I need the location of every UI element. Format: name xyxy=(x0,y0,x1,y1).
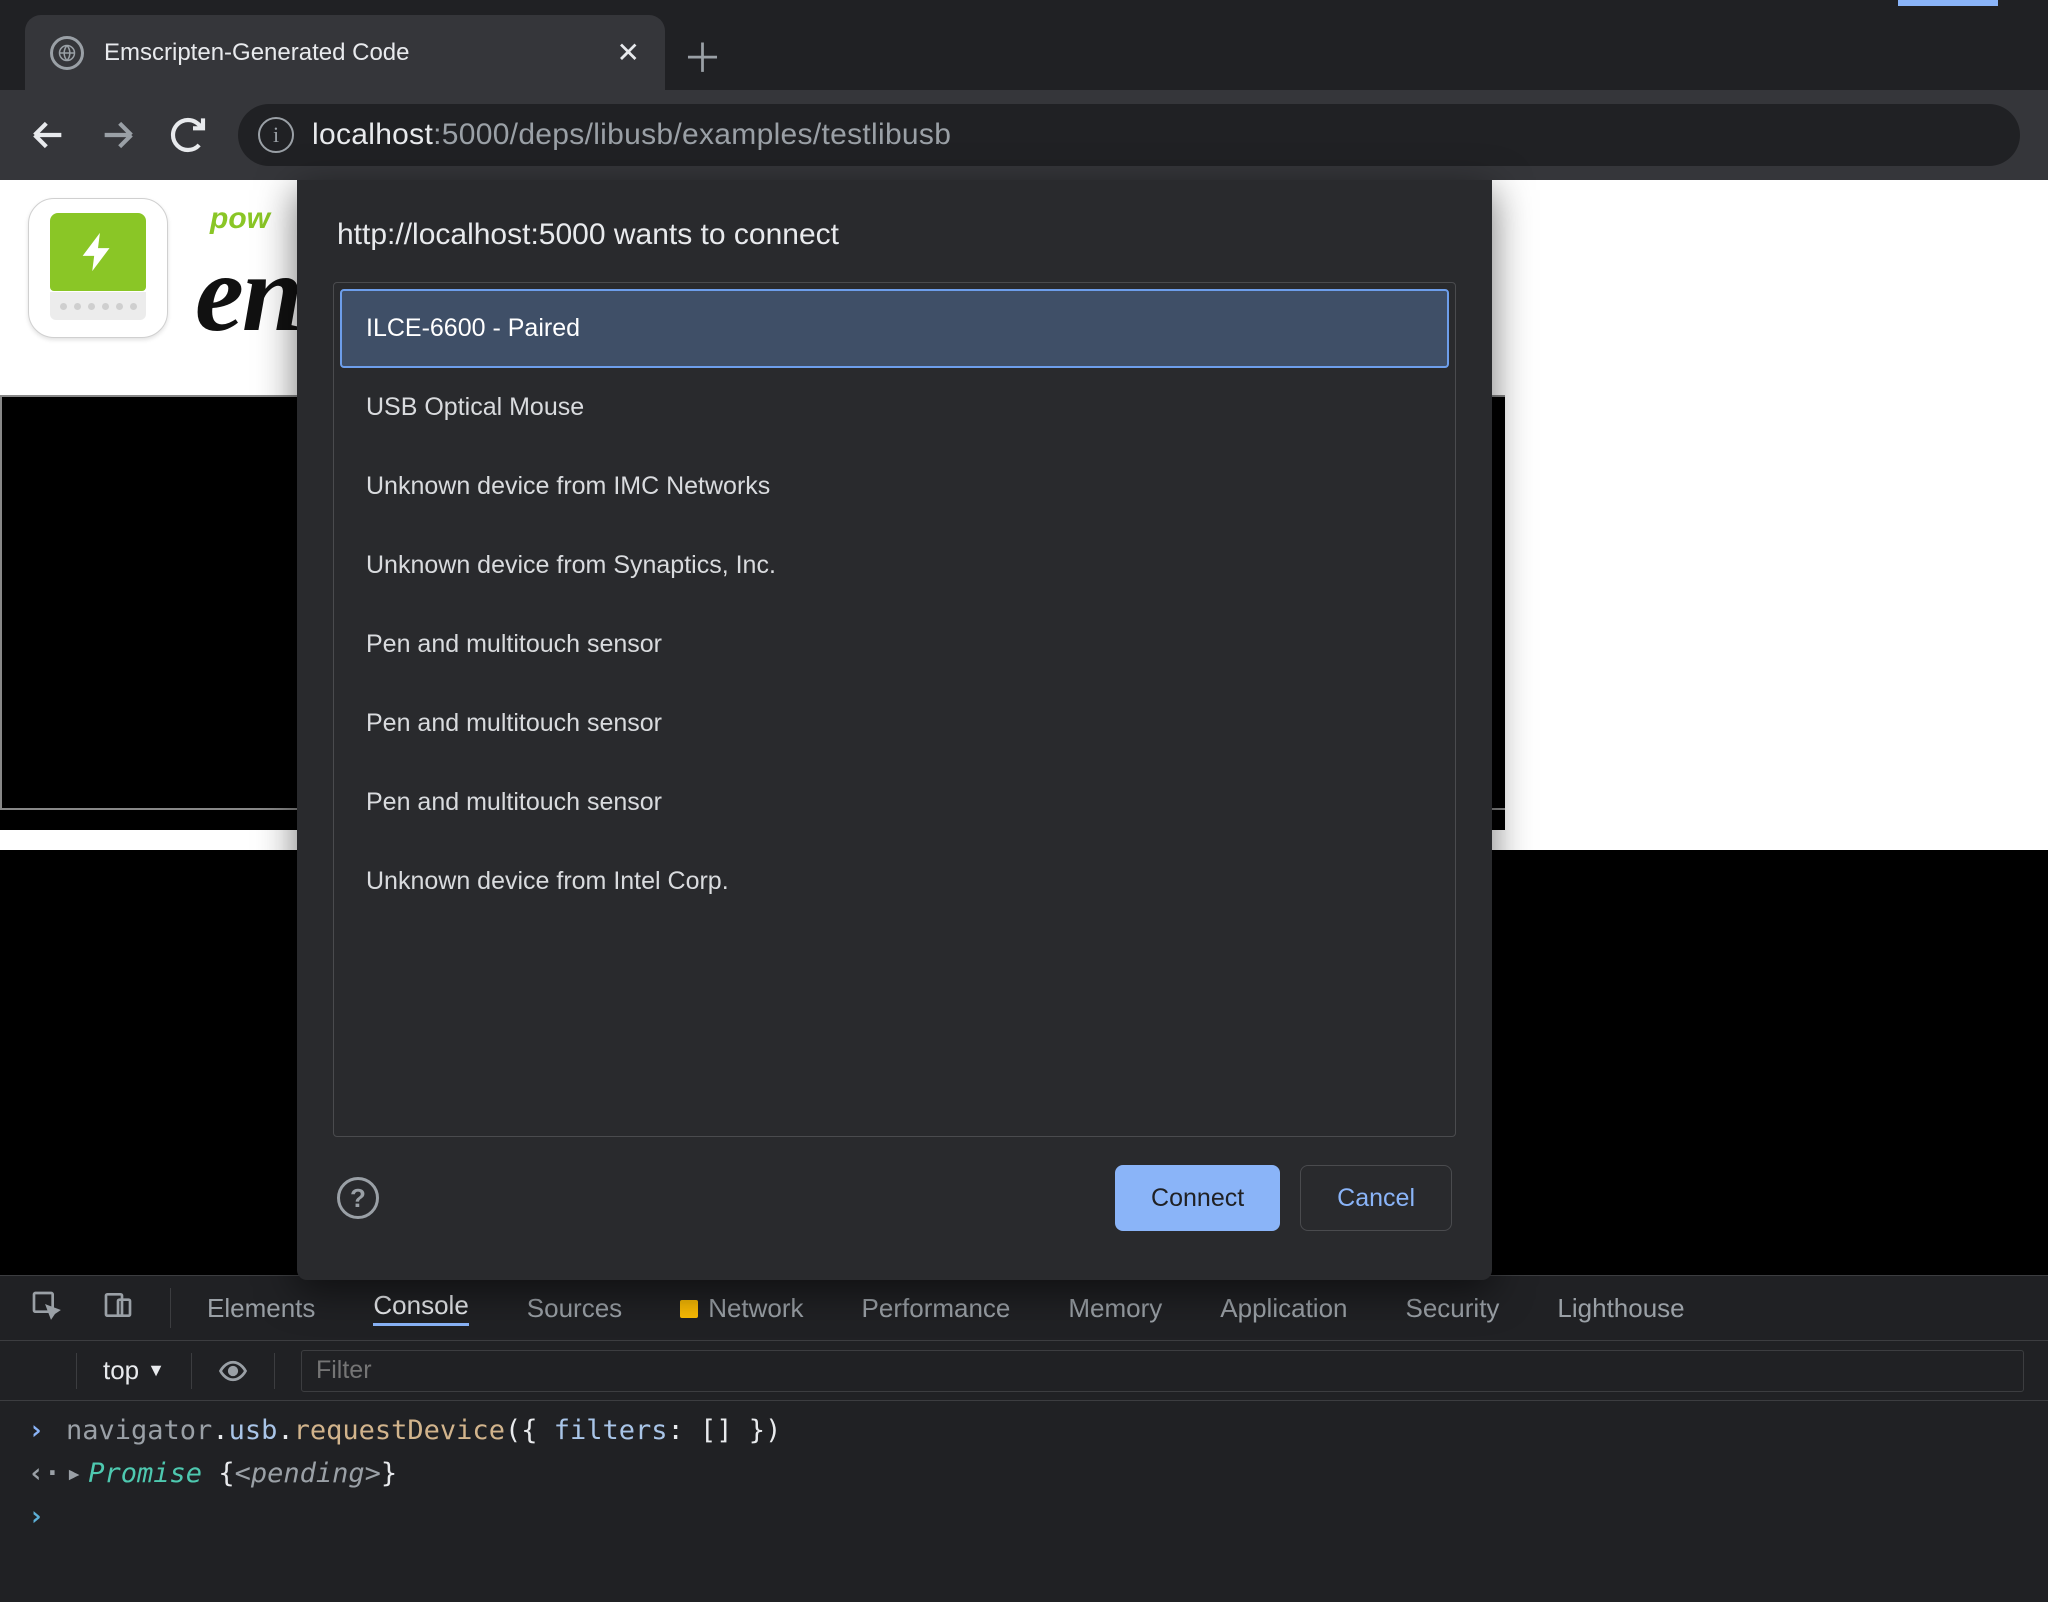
address-bar[interactable]: i localhost:5000/deps/libusb/examples/te… xyxy=(238,104,2020,166)
console-filter-input[interactable] xyxy=(301,1350,2024,1392)
device-list-item[interactable]: Unknown device from IMC Networks xyxy=(340,447,1449,526)
dialog-title: http://localhost:5000 wants to connect xyxy=(297,180,1492,282)
reload-button[interactable] xyxy=(168,115,208,155)
back-button[interactable] xyxy=(28,115,68,155)
device-list-item[interactable]: USB Optical Mouse xyxy=(340,368,1449,447)
tab-title: Emscripten-Generated Code xyxy=(104,39,597,67)
page-viewport: pow en http://localhost:5000 wants to co… xyxy=(0,180,2048,1275)
emscripten-logo xyxy=(28,198,168,338)
chevron-right-icon: › xyxy=(28,1415,50,1446)
devtools-tab-memory[interactable]: Memory xyxy=(1068,1293,1162,1324)
chevron-left-icon: ‹· xyxy=(28,1458,50,1489)
inspect-element-icon[interactable] xyxy=(30,1289,62,1328)
forward-button[interactable] xyxy=(98,115,138,155)
devtools-tabstrip: Elements Console Sources Network Performance… xyxy=(0,1276,2048,1341)
live-expression-icon[interactable] xyxy=(218,1356,248,1386)
devtools-tab-elements[interactable]: Elements xyxy=(207,1293,315,1324)
console-prompt-line[interactable]: › xyxy=(0,1495,2048,1538)
lightning-icon xyxy=(50,213,146,291)
console-input-line: › navigator.usb.requestDevice({ filters:… xyxy=(0,1409,2048,1452)
devtools-tab-performance[interactable]: Performance xyxy=(862,1293,1011,1324)
device-list-item[interactable]: Pen and multitouch sensor xyxy=(340,605,1449,684)
chevron-right-icon: › xyxy=(28,1501,50,1532)
url-text: localhost:5000/deps/libusb/examples/test… xyxy=(312,118,951,152)
console-filter-bar: top▼ xyxy=(0,1341,2048,1401)
connect-button[interactable]: Connect xyxy=(1115,1165,1280,1231)
devtools-tab-network[interactable]: Network xyxy=(680,1293,803,1324)
site-info-icon[interactable]: i xyxy=(258,117,294,153)
globe-icon xyxy=(50,36,84,70)
device-list-item[interactable]: Unknown device from Synaptics, Inc. xyxy=(340,526,1449,605)
browser-tab[interactable]: Emscripten-Generated Code ✕ xyxy=(25,15,665,90)
device-list-item[interactable]: ILCE-6600 - Paired xyxy=(340,289,1449,368)
device-list-item[interactable]: Pen and multitouch sensor xyxy=(340,763,1449,842)
console-entered-code: navigator.usb.requestDevice({ filters: [… xyxy=(66,1415,781,1446)
usb-permission-dialog: http://localhost:5000 wants to connect I… xyxy=(297,180,1492,1280)
devtools-tab-console[interactable]: Console xyxy=(373,1290,468,1326)
device-toggle-icon[interactable] xyxy=(102,1289,134,1328)
execution-context-selector[interactable]: top▼ xyxy=(103,1355,165,1386)
device-list-item[interactable]: Pen and multitouch sensor xyxy=(340,684,1449,763)
device-list[interactable]: ILCE-6600 - PairedUSB Optical MouseUnkno… xyxy=(333,282,1456,1137)
window-accent xyxy=(1898,0,1998,6)
devtools-tab-sources[interactable]: Sources xyxy=(527,1293,622,1324)
dialog-footer: ? Connect Cancel xyxy=(297,1137,1492,1261)
devtools-tab-security[interactable]: Security xyxy=(1406,1293,1500,1324)
new-tab-button[interactable]: ＋ xyxy=(675,27,730,82)
devtools-tab-lighthouse[interactable]: Lighthouse xyxy=(1557,1293,1684,1324)
devtools-panel: Elements Console Sources Network Performance… xyxy=(0,1275,2048,1602)
tab-strip: Emscripten-Generated Code ✕ ＋ xyxy=(0,0,2048,90)
browser-toolbar: i localhost:5000/deps/libusb/examples/te… xyxy=(0,90,2048,180)
console-return-value[interactable]: ▸Promise {<pending>} xyxy=(66,1458,397,1489)
console-output[interactable]: › navigator.usb.requestDevice({ filters:… xyxy=(0,1401,2048,1602)
cancel-button[interactable]: Cancel xyxy=(1300,1165,1452,1231)
close-tab-icon[interactable]: ✕ xyxy=(617,36,640,69)
device-list-item[interactable]: Unknown device from Intel Corp. xyxy=(340,842,1449,921)
console-return-line: ‹· ▸Promise {<pending>} xyxy=(0,1452,2048,1495)
devtools-tab-application[interactable]: Application xyxy=(1220,1293,1347,1324)
help-icon[interactable]: ? xyxy=(337,1177,379,1219)
page-wordmark-fragment: en xyxy=(195,230,301,357)
